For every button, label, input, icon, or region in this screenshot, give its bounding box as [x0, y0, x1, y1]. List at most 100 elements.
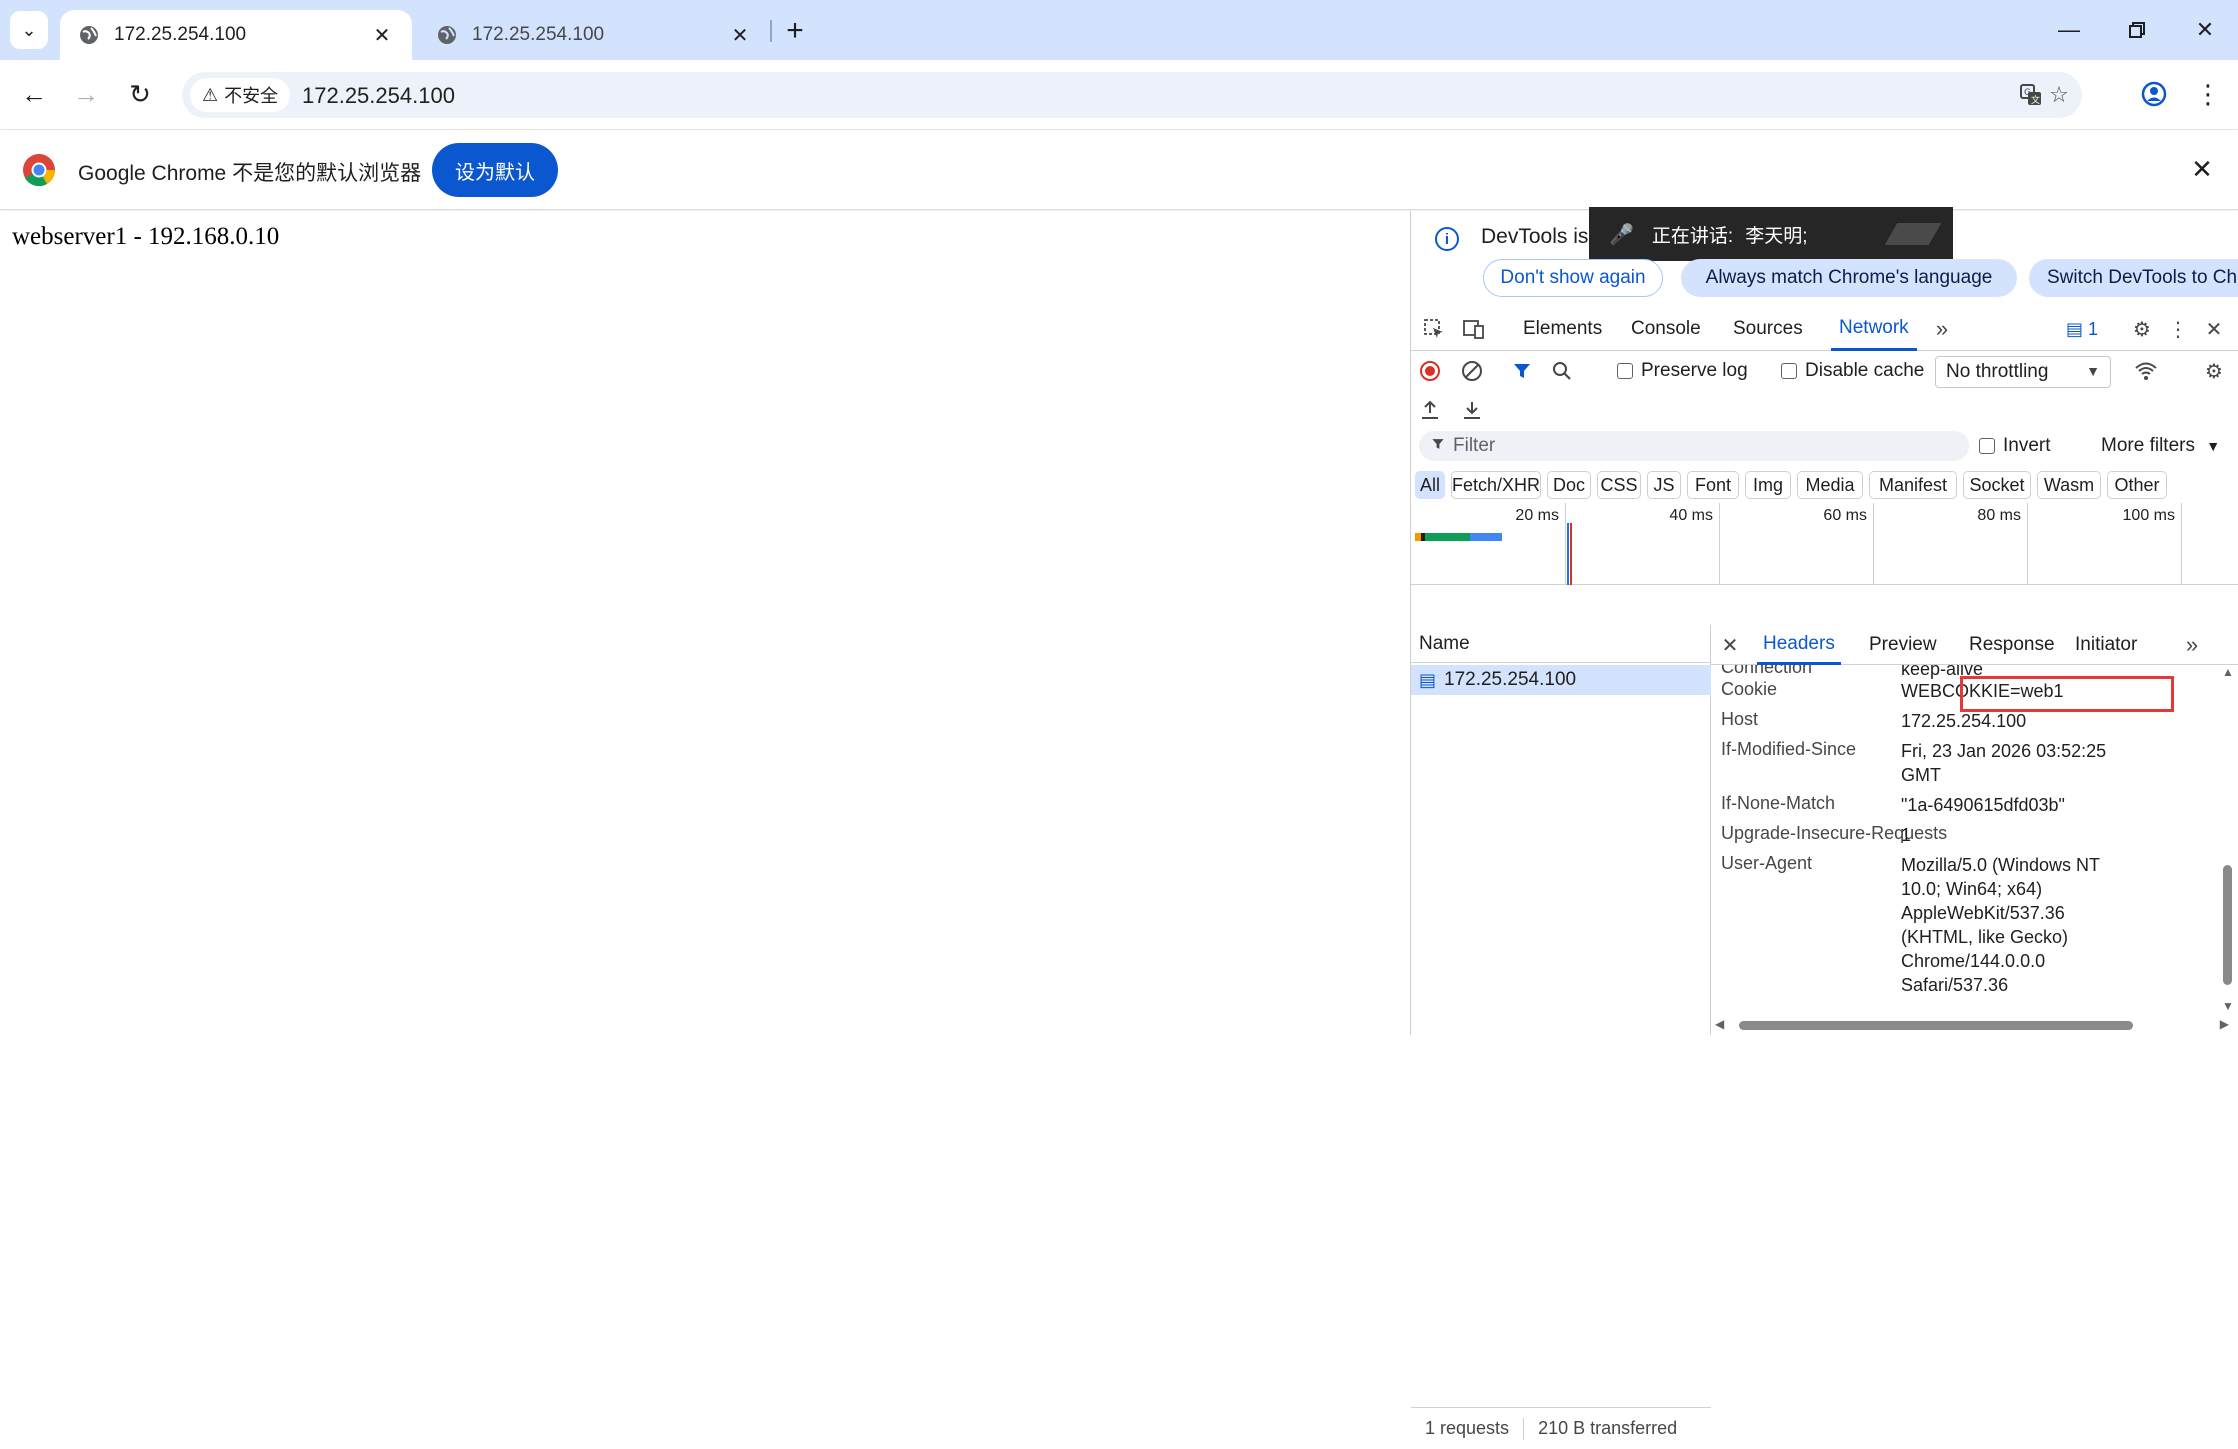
record-stop-icon[interactable]: [1415, 356, 1445, 386]
info-icon: i: [1435, 227, 1459, 251]
search-icon[interactable]: [1547, 356, 1577, 386]
more-detail-tabs-chevron-icon[interactable]: »: [2177, 630, 2207, 660]
bookmark-star-icon[interactable]: ☆: [2044, 80, 2074, 110]
dont-show-again-button[interactable]: Don't show again: [1483, 259, 1663, 297]
type-chip-other[interactable]: Other: [2107, 471, 2167, 499]
set-default-button[interactable]: 设为默认: [432, 143, 558, 197]
invert-checkbox[interactable]: Invert: [1979, 435, 2051, 457]
request-list: Name ▤ 172.25.254.100 1 requests 210 B t…: [1411, 625, 1711, 1440]
filter-input[interactable]: Filter: [1419, 431, 1969, 461]
network-conditions-wifi-icon[interactable]: [2131, 356, 2161, 386]
export-har-download-icon[interactable]: [1457, 395, 1487, 425]
type-chip-js[interactable]: JS: [1647, 471, 1681, 499]
profile-icon[interactable]: [2134, 74, 2174, 114]
network-settings-gear-icon[interactable]: ⚙: [2199, 356, 2229, 386]
tab-elements[interactable]: Elements: [1523, 307, 1602, 351]
svg-text:文: 文: [2031, 94, 2040, 106]
forward-arrow-icon[interactable]: →: [66, 74, 106, 114]
switch-devtools-language-button[interactable]: Switch DevTools to Chin: [2029, 259, 2238, 297]
window-close-icon[interactable]: ✕: [2180, 8, 2230, 52]
type-chip-media[interactable]: Media: [1797, 471, 1863, 499]
more-filters-dropdown[interactable]: More filters ▼: [2101, 435, 2220, 457]
type-chip-doc[interactable]: Doc: [1547, 471, 1591, 499]
tab-network[interactable]: Network: [1831, 307, 1917, 351]
preserve-log-checkbox[interactable]: Preserve log: [1617, 360, 1748, 382]
type-chip-fetch-xhr[interactable]: Fetch/XHR: [1451, 471, 1541, 499]
horizontal-scrollbar[interactable]: ◀ ▶: [1715, 1017, 2229, 1033]
menu-kebab-icon[interactable]: ⋮: [2188, 74, 2228, 114]
devtools-close-icon[interactable]: ✕: [2199, 314, 2229, 344]
issues-badge[interactable]: ▤ 1: [2057, 314, 2107, 344]
infobar-close-icon[interactable]: ✕: [2186, 153, 2218, 185]
tab-initiator[interactable]: Initiator: [2075, 625, 2137, 665]
type-chip-img[interactable]: Img: [1745, 471, 1791, 499]
restore-icon[interactable]: [2112, 8, 2162, 52]
scroll-right-arrow-icon[interactable]: ▶: [2220, 1017, 2229, 1031]
minimize-icon[interactable]: —: [2044, 8, 2094, 52]
document-icon: ▤: [1419, 669, 1437, 690]
request-headers-list: Connection keep-alive Cookie WEBCOKKIE=w…: [1711, 665, 2221, 1013]
tab-search-chevron-icon[interactable]: ⌄: [10, 11, 48, 49]
filter-funnel-icon[interactable]: [1507, 356, 1537, 386]
chrome-logo-icon: [22, 153, 56, 187]
tab-close-icon[interactable]: ✕: [370, 23, 394, 47]
request-name: 172.25.254.100: [1444, 669, 1577, 690]
close-details-icon[interactable]: ✕: [1715, 630, 1745, 660]
meeting-speaking-label: 正在讲话:: [1651, 225, 1734, 247]
type-chip-all[interactable]: All: [1415, 471, 1445, 499]
timeline-gridline: [2181, 503, 2182, 585]
meeting-speaking-overlay: 🎤 正在讲话: 李天明;: [1589, 207, 1953, 261]
microphone-muted-icon: 🎤: [1609, 223, 1634, 246]
import-har-upload-icon[interactable]: [1415, 395, 1445, 425]
type-chip-wasm[interactable]: Wasm: [2037, 471, 2101, 499]
disable-cache-checkbox[interactable]: Disable cache: [1781, 360, 1924, 382]
type-chip-font[interactable]: Font: [1687, 471, 1739, 499]
tab-headers[interactable]: Headers: [1757, 625, 1841, 665]
detail-tab-bar: ✕ Headers Preview Response Initiator »: [1711, 625, 2238, 665]
always-match-language-button[interactable]: Always match Chrome's language: [1681, 259, 2017, 297]
type-chip-socket[interactable]: Socket: [1963, 471, 2031, 499]
name-column-header[interactable]: Name: [1411, 625, 1711, 663]
filter-funnel-icon: [1431, 437, 1445, 455]
horizontal-scroll-thumb[interactable]: [1739, 1021, 2133, 1030]
new-tab-plus-icon[interactable]: +: [778, 14, 812, 48]
request-row[interactable]: ▤ 172.25.254.100: [1411, 665, 1711, 695]
address-bar[interactable]: ⚠ 不安全 172.25.254.100 G文 ☆: [182, 72, 2082, 118]
timeline-label: 80 ms: [1977, 507, 2021, 524]
tab-sources[interactable]: Sources: [1733, 307, 1803, 351]
resource-type-filters: All Fetch/XHR Doc CSS JS Font Img Media …: [1411, 467, 2238, 501]
type-chip-css[interactable]: CSS: [1597, 471, 1641, 499]
tab-close-icon[interactable]: ✕: [728, 23, 752, 47]
issues-count: 1: [2088, 318, 2099, 339]
clear-icon[interactable]: [1457, 356, 1487, 386]
tab-inactive[interactable]: 172.25.254.100 ✕: [418, 10, 770, 60]
preserve-log-label: Preserve log: [1641, 360, 1748, 381]
tab-preview[interactable]: Preview: [1869, 625, 1937, 665]
timeline-label: 100 ms: [2122, 507, 2175, 524]
throttling-select[interactable]: No throttling ▼: [1935, 356, 2111, 388]
scroll-down-arrow-icon[interactable]: ▼: [2222, 999, 2234, 1013]
translate-icon[interactable]: G文: [2016, 80, 2046, 110]
page-viewport: webserver1 - 192.168.0.10: [0, 211, 1410, 1035]
device-toolbar-icon[interactable]: [1459, 314, 1489, 344]
network-toolbar: Preserve log Disable cache No throttling…: [1411, 352, 2238, 390]
timeline-bar-waiting: [1425, 533, 1470, 541]
more-tabs-chevron-icon[interactable]: »: [1927, 314, 1957, 344]
reload-icon[interactable]: ↻: [120, 74, 160, 114]
tab-title: 172.25.254.100: [114, 24, 247, 45]
tab-response[interactable]: Response: [1969, 625, 2055, 665]
timeline-label: 40 ms: [1669, 507, 1713, 524]
scroll-left-arrow-icon[interactable]: ◀: [1715, 1017, 1724, 1031]
type-chip-manifest[interactable]: Manifest: [1869, 471, 1957, 499]
scroll-up-arrow-icon[interactable]: ▲: [2222, 665, 2234, 679]
inspect-element-icon[interactable]: [1419, 314, 1449, 344]
url-text[interactable]: 172.25.254.100: [302, 83, 455, 109]
tab-active[interactable]: 172.25.254.100 ✕: [60, 10, 412, 60]
devtools-menu-kebab-icon[interactable]: ⋮: [2163, 314, 2193, 344]
vertical-scrollbar[interactable]: ▲ ▼: [2221, 665, 2235, 1013]
settings-gear-icon[interactable]: ⚙: [2127, 314, 2157, 344]
tab-console[interactable]: Console: [1631, 307, 1701, 351]
vertical-scroll-thumb[interactable]: [2223, 865, 2232, 985]
security-chip[interactable]: ⚠ 不安全: [190, 78, 291, 112]
back-arrow-icon[interactable]: ←: [14, 74, 54, 114]
